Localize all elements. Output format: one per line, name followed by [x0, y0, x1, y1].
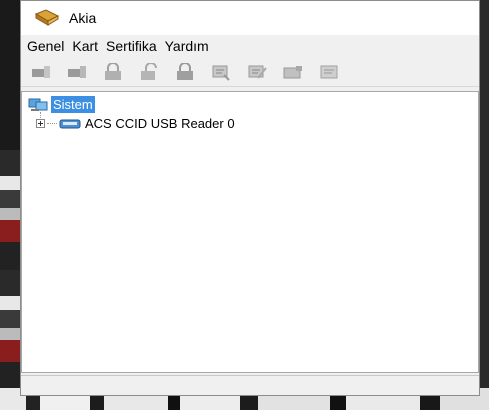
background-photo-left: [0, 150, 22, 410]
toolbar-button-unlock[interactable]: [135, 61, 163, 83]
tree-node-reader[interactable]: ACS CCID USB Reader 0: [36, 116, 235, 131]
title-bar: Akia: [21, 1, 479, 35]
tree-node-sistem[interactable]: Sistem: [28, 96, 95, 113]
toolbar-button-reader[interactable]: [27, 61, 55, 83]
card-icon: [283, 65, 302, 78]
reader-device-icon: [59, 119, 81, 128]
toolbar: [21, 57, 479, 87]
toolbar-button-reader-eject[interactable]: [63, 61, 91, 83]
toolbar-button-lock-closed[interactable]: [171, 61, 199, 83]
window-title: Akia: [69, 10, 97, 26]
tree-node-label-reader[interactable]: ACS CCID USB Reader 0: [85, 116, 235, 131]
certificate-edit-icon: [248, 65, 267, 79]
lock-icon: [105, 62, 121, 80]
certificate-import-icon: [212, 65, 230, 81]
tree-node-label-sistem[interactable]: Sistem: [51, 96, 95, 113]
status-bar: [21, 375, 479, 395]
tag-icon: [34, 9, 60, 26]
toolbar-button-certificate-import[interactable]: [207, 61, 235, 83]
computer-icon: [28, 98, 48, 111]
menu-kart[interactable]: Kart: [68, 38, 102, 54]
toolbar-button-certificate-edit[interactable]: [243, 61, 271, 83]
certificate-view-icon: [320, 65, 338, 78]
toolbar-button-certificate-view[interactable]: [315, 61, 343, 83]
menu-sertifika[interactable]: Sertifika: [102, 38, 161, 54]
card-reader-icon: [32, 65, 50, 78]
tree-connector-dots: [47, 123, 57, 124]
toolbar-button-card[interactable]: [279, 61, 307, 83]
expand-toggle-icon[interactable]: [36, 119, 45, 128]
menu-genel[interactable]: Genel: [23, 38, 68, 54]
toolbar-button-lock[interactable]: [99, 61, 127, 83]
menu-bar: Genel Kart Sertifika Yardım: [21, 35, 479, 57]
lock-closed-icon: [177, 62, 193, 80]
device-tree[interactable]: Sistem ACS CCID USB Reader 0: [21, 91, 479, 373]
menu-yardim[interactable]: Yardım: [161, 38, 213, 54]
unlock-icon: [141, 62, 157, 80]
card-reader-eject-icon: [68, 65, 86, 78]
app-window: Akia Genel Kart Sertifika Yardım Sistem …: [20, 0, 480, 396]
